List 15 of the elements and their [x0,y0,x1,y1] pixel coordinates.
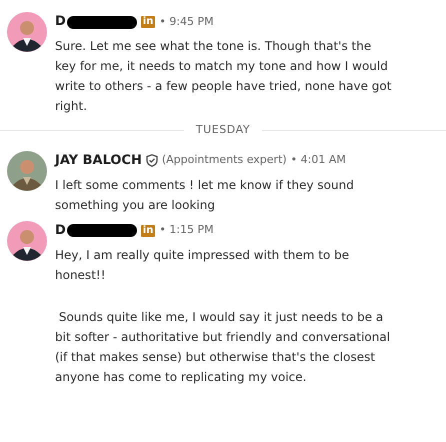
shield-check-icon [146,154,158,167]
linkedin-badge: in [140,16,156,28]
message-text: Hey, I am really quite impressed with them to be honest!! [55,246,350,284]
message-time: • 4:01 AM [290,152,346,168]
message-text: I left some comments ! let me know if they sound something you are looking [55,176,355,214]
message-text: Sounds quite like me, I would say it just needs to be a bit softer - authoritative but friendly and conversational (if that makes sense) but otherwise that's the closest anyone has come to replicating my voice. [55,308,392,386]
sender-name[interactable]: JAY BALOCH [55,150,142,170]
sender-role: (Appointments expert) [162,152,287,168]
sender-name[interactable]: D [55,12,66,32]
message-text: Sure. Let me see what the tone is. Though that's the key for me, it needs to match my tone and how I would write to others - a few people have tried, none have got right. [55,38,392,115]
date-divider-label: TUESDAY [196,122,250,138]
message-time: • 1:15 PM [159,222,214,238]
linkedin-badge: in [140,224,156,236]
message-time: • 9:45 PM [159,14,214,30]
sender-name[interactable]: D [55,220,66,240]
